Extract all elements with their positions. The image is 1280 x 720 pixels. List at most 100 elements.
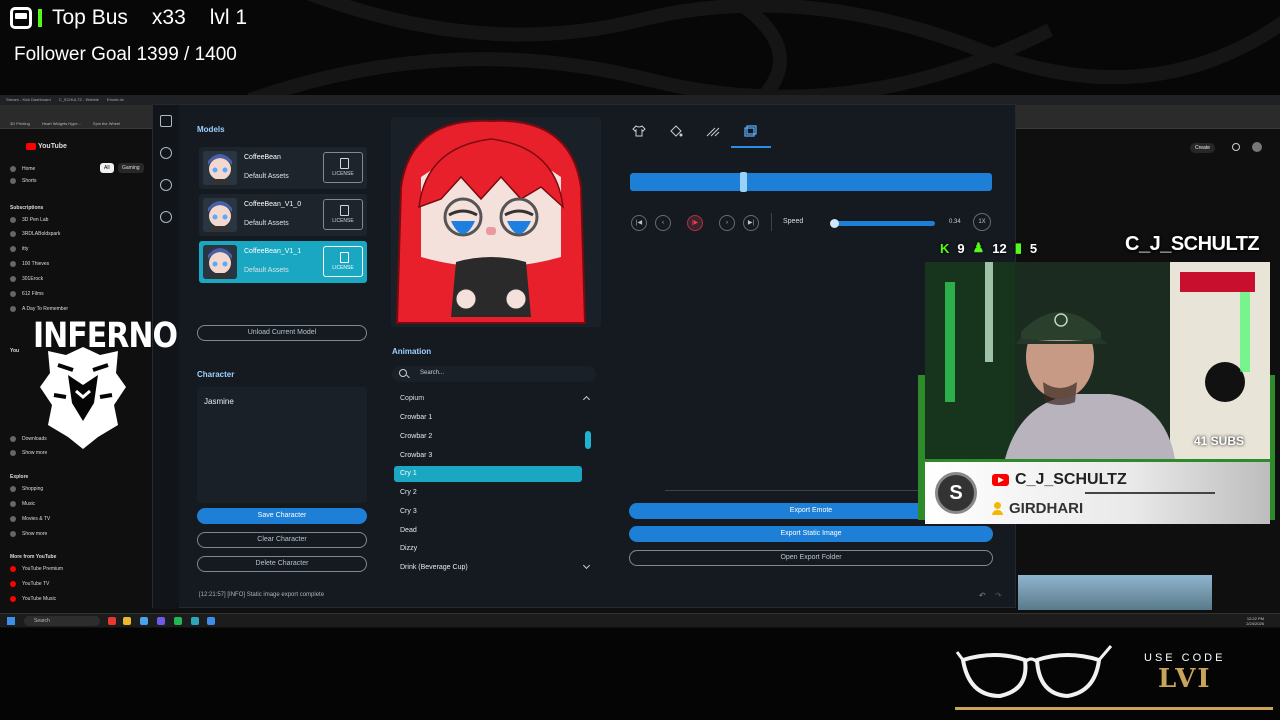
browser-tab[interactable]: C_SCHULTZ - Webbie bbox=[59, 97, 99, 103]
wand-icon[interactable] bbox=[706, 125, 720, 137]
license-button[interactable]: LICENSE bbox=[323, 199, 363, 230]
paint-bucket-icon[interactable] bbox=[669, 125, 683, 137]
animation-item[interactable]: Drink (Beverage Cup) bbox=[394, 560, 582, 576]
help-icon[interactable] bbox=[160, 179, 172, 191]
animation-timeline[interactable] bbox=[630, 172, 992, 192]
yt-more-item[interactable]: YouTube Premium bbox=[10, 566, 63, 572]
avatar[interactable] bbox=[1252, 142, 1262, 152]
browser-tab[interactable]: Stream - Kick Dashboard bbox=[6, 97, 51, 103]
yt-you-item[interactable]: Show more bbox=[10, 450, 47, 456]
taskbar-app-icon[interactable] bbox=[207, 617, 215, 625]
yt-explore-item[interactable]: Movies & TV bbox=[10, 516, 50, 522]
redo-icon[interactable]: ↷ bbox=[995, 591, 1002, 600]
unload-model-button[interactable]: Unload Current Model bbox=[197, 325, 367, 341]
taskbar-discord-icon[interactable] bbox=[157, 617, 165, 625]
model-name: CoffeeBean bbox=[244, 154, 281, 161]
yt-subscription[interactable]: 301Erock bbox=[10, 276, 43, 282]
undo-icon[interactable]: ↶ bbox=[979, 591, 986, 600]
yt-more-item[interactable]: YouTube TV bbox=[10, 581, 49, 587]
taskbar-spotify-icon[interactable] bbox=[174, 617, 182, 625]
license-button[interactable]: LICENSE bbox=[323, 246, 363, 277]
animation-search-input[interactable]: Search... bbox=[392, 366, 596, 382]
yt-subscriptions-header[interactable]: Subscriptions bbox=[10, 205, 43, 211]
taskbar-browser-icon[interactable] bbox=[140, 617, 148, 625]
chevron-down-icon[interactable] bbox=[582, 561, 591, 570]
skip-end-button[interactable]: ▶| bbox=[743, 215, 759, 231]
yt-more-item[interactable]: YouTube Music bbox=[10, 596, 56, 602]
bookmark[interactable]: Spin the Wheel bbox=[93, 121, 120, 126]
save-character-button[interactable]: Save Character bbox=[197, 508, 367, 524]
export-static-image-button[interactable]: Export Static Image bbox=[629, 526, 993, 542]
character-preview-image bbox=[395, 119, 587, 324]
yt-subscription[interactable]: 3RDLABoldspark bbox=[10, 231, 60, 237]
follower-goal: Follower Goal 1399 / 1400 bbox=[14, 44, 237, 65]
yt-nav-shorts[interactable]: Shorts bbox=[10, 178, 36, 184]
yt-nav-home[interactable]: Home bbox=[10, 166, 35, 172]
delete-character-button[interactable]: Delete Character bbox=[197, 556, 367, 572]
taskbar-app-icon[interactable] bbox=[108, 617, 116, 625]
layers-icon[interactable] bbox=[744, 125, 758, 137]
chip-all[interactable]: All bbox=[100, 163, 114, 173]
shirt-icon[interactable] bbox=[632, 125, 646, 137]
speed-label: Speed bbox=[783, 218, 804, 225]
glasses-icon bbox=[955, 645, 1113, 699]
timeline-scrubber[interactable] bbox=[740, 172, 747, 192]
yt-subscription[interactable]: 3D Pen Lab bbox=[10, 217, 48, 223]
model-card[interactable]: CoffeeBean Default Assets LICENSE bbox=[199, 147, 367, 189]
taskbar-clock[interactable]: 12:22 PM 2/24/2026 bbox=[1246, 616, 1264, 626]
animation-item[interactable]: Cry 3 bbox=[394, 504, 582, 520]
model-card-selected[interactable]: CoffeeBean_V1_1 Default Assets LICENSE bbox=[199, 241, 367, 283]
yt-subscription[interactable]: 100 Thieves bbox=[10, 261, 49, 267]
animation-item[interactable]: Cry 2 bbox=[394, 485, 582, 501]
animation-list-scrollbar[interactable] bbox=[585, 431, 591, 449]
next-frame-button[interactable]: › bbox=[719, 215, 735, 231]
yt-you-header[interactable]: You bbox=[10, 348, 19, 354]
previous-frame-button[interactable]: ‹ bbox=[655, 215, 671, 231]
clear-character-button[interactable]: Clear Character bbox=[197, 532, 367, 548]
windows-start-icon[interactable] bbox=[7, 617, 15, 625]
stat-followers-count: 12 bbox=[992, 240, 1007, 256]
play-pause-button[interactable]: |▶ bbox=[687, 215, 703, 231]
yt-create-button[interactable]: Create bbox=[1190, 143, 1216, 153]
browser-tab[interactable]: Emote.dx bbox=[107, 97, 124, 103]
character-entry[interactable]: Jasmine bbox=[204, 397, 234, 406]
yt-explore-header: Explore bbox=[10, 474, 29, 480]
open-export-folder-button[interactable]: Open Export Folder bbox=[629, 550, 993, 566]
animation-item[interactable]: Crowbar 1 bbox=[394, 410, 582, 426]
taskbar-search[interactable]: Search bbox=[24, 616, 100, 626]
search-placeholder: Search... bbox=[420, 370, 445, 376]
animation-item-selected[interactable]: Cry 1 bbox=[394, 466, 582, 482]
yt-explore-item[interactable]: Show more bbox=[10, 531, 47, 537]
yt-subscription[interactable]: 612 Films bbox=[10, 291, 44, 297]
animation-item[interactable]: Crowbar 3 bbox=[394, 448, 582, 464]
yt-subscription[interactable]: A Day To Remember bbox=[10, 306, 68, 312]
bookmark[interactable]: Heart Widgets Hype... bbox=[42, 121, 81, 126]
animation-item[interactable]: Dizzy bbox=[394, 541, 582, 557]
speed-slider-knob[interactable] bbox=[830, 219, 839, 228]
edit-icon[interactable] bbox=[160, 115, 172, 127]
gear-icon[interactable] bbox=[160, 147, 172, 159]
plate-youtube-line: C_J_SCHULTZ bbox=[992, 471, 1127, 489]
taskbar-folder-icon[interactable] bbox=[123, 617, 131, 625]
bookmark[interactable]: 3D Printing bbox=[10, 121, 30, 126]
yt-subscription[interactable]: itty bbox=[10, 246, 28, 252]
taskbar-app-icon[interactable] bbox=[191, 617, 199, 625]
yt-explore-item[interactable]: Shopping bbox=[10, 486, 43, 492]
info-icon[interactable] bbox=[160, 211, 172, 223]
chevron-up-icon[interactable] bbox=[582, 395, 591, 404]
youtube-logo[interactable]: YouTube bbox=[26, 143, 67, 150]
chip-gaming[interactable]: Gaming bbox=[118, 163, 144, 173]
notifications-icon[interactable] bbox=[1232, 143, 1240, 151]
promo-code: LVI bbox=[1158, 664, 1212, 694]
license-button[interactable]: LICENSE bbox=[323, 152, 363, 183]
yt-explore-item[interactable]: Music bbox=[10, 501, 35, 507]
animation-item[interactable]: Dead bbox=[394, 523, 582, 539]
animation-group[interactable]: Copium bbox=[394, 391, 582, 407]
video-thumbnail[interactable] bbox=[1018, 575, 1212, 610]
skip-start-button[interactable]: |◀ bbox=[631, 215, 647, 231]
animation-item[interactable]: Crowbar 2 bbox=[394, 429, 582, 445]
model-card[interactable]: CoffeeBean_V1_0 Default Assets LICENSE bbox=[199, 194, 367, 236]
top-bus-label: Top Bus bbox=[52, 6, 128, 29]
speed-slider[interactable] bbox=[830, 219, 935, 228]
speed-reset-button[interactable]: 1X bbox=[973, 213, 991, 231]
